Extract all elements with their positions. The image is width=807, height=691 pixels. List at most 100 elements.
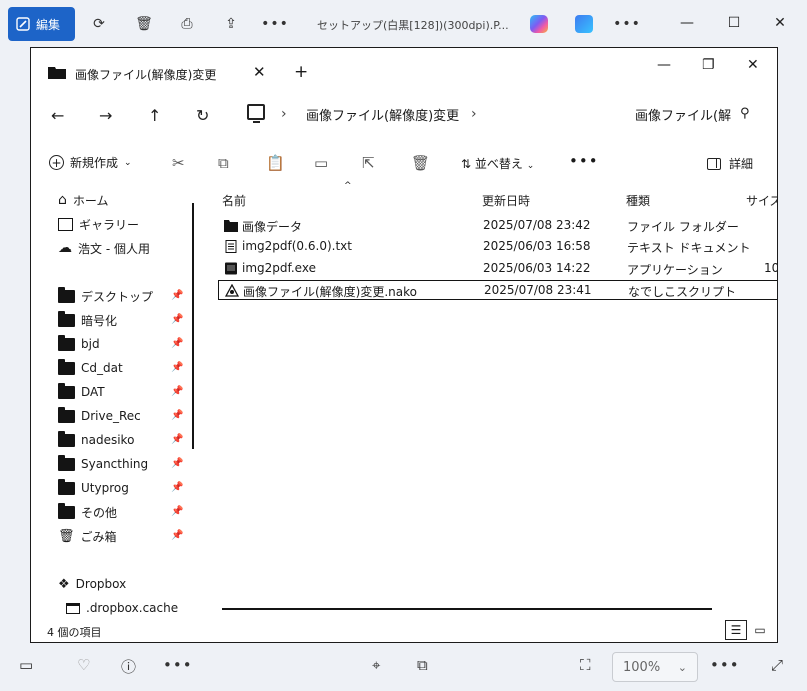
up-icon[interactable]: ↑	[148, 106, 161, 125]
more-icon[interactable]: •••	[569, 152, 599, 170]
horizontal-scrollbar[interactable]	[222, 608, 712, 610]
share-icon[interactable]: ⇪	[220, 13, 242, 35]
nav-item-folder[interactable]: DAT	[58, 382, 105, 402]
file-row[interactable]: img2pdf.exe 2025/06/03 14:22 アプリケーション 10…	[218, 259, 777, 279]
edit-button[interactable]: 編集	[8, 7, 75, 41]
copy-text-icon[interactable]: ⧉	[417, 656, 428, 674]
file-date: 2025/07/08 23:42	[483, 218, 591, 232]
visual-search-icon[interactable]: ⌖	[372, 656, 380, 674]
pin-icon: 📌	[171, 458, 184, 469]
print-icon[interactable]: ⎙	[176, 13, 198, 35]
chevron-right-icon[interactable]: ›	[471, 106, 477, 122]
more-options-icon[interactable]: •••	[710, 656, 740, 674]
delete-icon[interactable]: 🗑	[133, 13, 155, 35]
nav-label: 暗号化	[81, 313, 118, 328]
chevron-down-icon: ⌄	[124, 157, 132, 168]
text-file-icon	[225, 240, 237, 253]
nav-item-folder[interactable]: Utyprog	[58, 478, 129, 498]
file-date: 2025/06/03 14:22	[483, 261, 591, 275]
tiles-view-button[interactable]: ▭	[749, 620, 771, 640]
tab-close-icon[interactable]: ✕	[253, 63, 266, 81]
expand-icon[interactable]: ⤢	[771, 656, 783, 674]
nav-item-gallery[interactable]: ギャラリー	[58, 214, 139, 234]
sort-caret-icon: ^	[344, 181, 352, 191]
file-row-selected[interactable]: 画像ファイル(解像度)変更.nako 2025/07/08 23:41 なでしこ…	[218, 280, 777, 300]
nav-item-home[interactable]: ⌂ ホーム	[58, 190, 109, 210]
nav-item-folder[interactable]: nadesiko	[58, 430, 134, 450]
info-icon[interactable]: ⓘ	[121, 656, 136, 677]
explorer-minimize-icon[interactable]: —	[657, 57, 671, 73]
nav-item-desktop[interactable]: デスクトップ	[58, 286, 153, 306]
fit-to-window-icon[interactable]: ⛶	[580, 656, 591, 674]
nav-item-folder[interactable]: 暗号化	[58, 310, 117, 330]
command-bar: + 新規作成 ⌄ ✂ ⧉ 📋 ▭ ⇱ 🗑 ⇅ 並べ替え ⌄ ••• 詳細	[31, 148, 777, 180]
search-icon[interactable]: ⚲	[740, 106, 750, 121]
column-header-date[interactable]: 更新日時	[482, 192, 530, 209]
navigation-pane: ⌂ ホーム ギャラリー ☁ 浩文 - 個人用 デスクトップ 📌 暗号化 📌 bj…	[31, 188, 196, 618]
pin-icon: 📌	[171, 506, 184, 517]
this-pc-icon[interactable]	[247, 104, 265, 123]
designer-icon[interactable]	[575, 15, 593, 33]
minimize-button[interactable]: —	[675, 11, 699, 35]
delete-icon[interactable]: 🗑	[411, 154, 430, 172]
rename-icon[interactable]: ▭	[314, 154, 328, 172]
more-icon[interactable]: •••	[261, 13, 288, 35]
nav-item-folder[interactable]: .dropbox.cache	[66, 598, 178, 618]
sort-button[interactable]: ⇅ 並べ替え ⌄	[461, 155, 534, 172]
filmstrip-icon[interactable]: ▭	[19, 656, 33, 674]
zoom-select[interactable]: 100% ⌄	[612, 652, 698, 682]
nav-label: Drive_Rec	[81, 409, 141, 423]
cut-icon[interactable]: ✂	[172, 154, 185, 172]
breadcrumb[interactable]: 画像ファイル(解像度)変更	[306, 105, 459, 124]
file-date: 2025/07/08 23:41	[484, 283, 592, 297]
search-input[interactable]: 画像ファイル(解	[635, 105, 731, 124]
nav-item-dropbox[interactable]: ❖ Dropbox	[58, 574, 126, 594]
paste-icon[interactable]: 📋	[266, 154, 285, 172]
copilot-icon[interactable]	[530, 15, 548, 33]
copy-icon[interactable]: ⧉	[218, 154, 229, 172]
more-icon[interactable]: •••	[163, 656, 193, 674]
folder-icon	[58, 310, 75, 327]
file-name: 画像データ	[242, 220, 303, 234]
file-row[interactable]: 画像データ 2025/07/08 23:42 ファイル フォルダー	[218, 216, 777, 236]
nako-script-icon	[225, 284, 239, 297]
nav-item-folder[interactable]: Drive_Rec	[58, 406, 141, 426]
nav-item-onedrive[interactable]: ☁ 浩文 - 個人用	[58, 238, 150, 258]
close-button[interactable]: ✕	[768, 11, 792, 35]
chevron-down-icon: ⌄	[526, 161, 535, 171]
file-name: img2pdf(0.6.0).txt	[242, 239, 352, 253]
back-icon[interactable]: ←	[51, 106, 64, 125]
details-label: 詳細	[729, 157, 754, 171]
tab-title[interactable]: 画像ファイル(解像度)変更	[75, 66, 216, 83]
details-view-button[interactable]: ☰	[725, 620, 747, 640]
edit-icon	[16, 17, 30, 31]
explorer-close-icon[interactable]: ✕	[747, 57, 759, 73]
rotate-icon[interactable]: ⟳	[88, 13, 110, 35]
nav-item-folder[interactable]: Syancthing	[58, 454, 148, 474]
new-button[interactable]: + 新規作成 ⌄	[49, 154, 132, 171]
new-tab-icon[interactable]: +	[294, 62, 308, 82]
pin-icon: 📌	[171, 314, 184, 325]
column-header-name[interactable]: 名前	[222, 192, 246, 209]
nav-label: 浩文 - 個人用	[78, 241, 150, 256]
favorite-icon[interactable]: ♡	[77, 656, 90, 674]
folder-icon	[58, 478, 75, 495]
nav-scrollbar[interactable]	[192, 203, 194, 449]
share-icon[interactable]: ⇱	[362, 154, 375, 172]
nav-item-folder[interactable]: bjd	[58, 334, 100, 354]
viewer-toolbar: 編集 ⟳ 🗑 ⎙ ⇪ ••• セットアップ(白黒[128])(300dpi).P…	[0, 0, 807, 48]
pin-icon: 📌	[171, 386, 184, 397]
explorer-restore-icon[interactable]: ❐	[702, 57, 715, 73]
refresh-icon[interactable]: ↻	[196, 106, 209, 125]
nav-item-folder[interactable]: その他	[58, 502, 117, 522]
column-header-type[interactable]: 種類	[626, 192, 650, 209]
details-button[interactable]: 詳細	[707, 155, 753, 172]
maximize-button[interactable]: ☐	[722, 11, 746, 35]
column-header-size[interactable]: サイズ	[746, 192, 777, 209]
more-options-icon[interactable]: •••	[613, 13, 640, 35]
forward-icon[interactable]: →	[99, 106, 112, 125]
nav-item-recycle-bin[interactable]: 🗑 ごみ箱	[58, 526, 117, 546]
nav-item-folder[interactable]: Cd_dat	[58, 358, 123, 378]
details-pane-icon	[707, 157, 721, 170]
file-row[interactable]: img2pdf(0.6.0).txt 2025/06/03 16:58 テキスト…	[218, 237, 777, 257]
